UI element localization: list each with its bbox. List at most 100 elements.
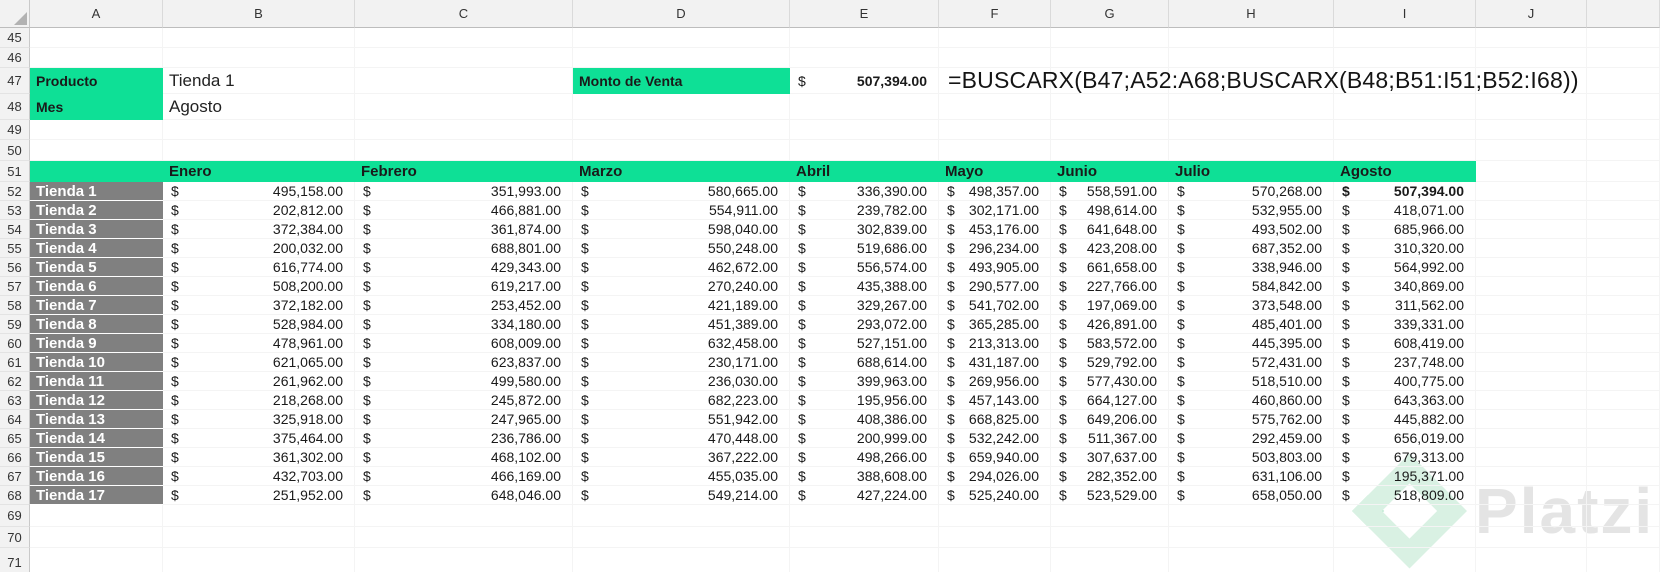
cell-I46[interactable]	[1334, 48, 1476, 68]
store-label-A62[interactable]: Tienda 11	[30, 372, 163, 391]
row-header-55[interactable]: 55	[0, 239, 30, 258]
cell-B46[interactable]	[163, 48, 355, 68]
select-all-corner[interactable]	[0, 0, 30, 28]
cell-D62[interactable]: $236,030.00	[573, 372, 790, 391]
cell-B69[interactable]	[163, 505, 355, 527]
column-header-G[interactable]: G	[1051, 0, 1169, 28]
cell-J53[interactable]	[1476, 201, 1587, 220]
cell-E69[interactable]	[790, 505, 939, 527]
cell-H69[interactable]	[1169, 505, 1334, 527]
cell-D64[interactable]: $551,942.00	[573, 410, 790, 429]
cell-J55[interactable]	[1476, 239, 1587, 258]
cell-G58[interactable]: $197,069.00	[1051, 296, 1169, 315]
cell-E71[interactable]	[790, 548, 939, 572]
cell-I57[interactable]: $340,869.00	[1334, 277, 1476, 296]
row-header-54[interactable]: 54	[0, 220, 30, 239]
cell-E66[interactable]: $498,266.00	[790, 448, 939, 467]
store-label-A64[interactable]: Tienda 13	[30, 410, 163, 429]
cell-I70[interactable]	[1334, 527, 1476, 548]
store-label-A58[interactable]: Tienda 7	[30, 296, 163, 315]
cell-H60[interactable]: $445,395.00	[1169, 334, 1334, 353]
cell-H65[interactable]: $292,459.00	[1169, 429, 1334, 448]
cell-C58[interactable]: $253,452.00	[355, 296, 573, 315]
cell-B68[interactable]: $251,952.00	[163, 486, 355, 505]
cell-C53[interactable]: $466,881.00	[355, 201, 573, 220]
cell-I69[interactable]	[1334, 505, 1476, 527]
row-header-70[interactable]: 70	[0, 527, 30, 548]
cell-E63[interactable]: $195,956.00	[790, 391, 939, 410]
cell-G68[interactable]: $523,529.00	[1051, 486, 1169, 505]
column-header-E[interactable]: E	[790, 0, 939, 28]
cell-B54[interactable]: $372,384.00	[163, 220, 355, 239]
cell-D69[interactable]	[573, 505, 790, 527]
cell-H59[interactable]: $485,401.00	[1169, 315, 1334, 334]
cell-J57[interactable]	[1476, 277, 1587, 296]
store-label-A54[interactable]: Tienda 3	[30, 220, 163, 239]
row-header-67[interactable]: 67	[0, 467, 30, 486]
cell-E60[interactable]: $527,151.00	[790, 334, 939, 353]
cell-G71[interactable]	[1051, 548, 1169, 572]
cell-I55[interactable]: $310,320.00	[1334, 239, 1476, 258]
column-header-C[interactable]: C	[355, 0, 573, 28]
cell-D55[interactable]: $550,248.00	[573, 239, 790, 258]
cell-G52[interactable]: $558,591.00	[1051, 182, 1169, 201]
cell-J61[interactable]	[1476, 353, 1587, 372]
store-label-A53[interactable]: Tienda 2	[30, 201, 163, 220]
cell-G48[interactable]	[1051, 94, 1169, 120]
cell-D47[interactable]: Monto de Venta	[573, 68, 790, 94]
cell-D71[interactable]	[573, 548, 790, 572]
cell-I61[interactable]: $237,748.00	[1334, 353, 1476, 372]
cell-C69[interactable]	[355, 505, 573, 527]
cell-B58[interactable]: $372,182.00	[163, 296, 355, 315]
cell-F56[interactable]: $493,905.00	[939, 258, 1051, 277]
row-header-60[interactable]: 60	[0, 334, 30, 353]
cell-J60[interactable]	[1476, 334, 1587, 353]
cell-C52[interactable]: $351,993.00	[355, 182, 573, 201]
cell-J62[interactable]	[1476, 372, 1587, 391]
cell-C65[interactable]: $236,786.00	[355, 429, 573, 448]
store-label-A60[interactable]: Tienda 9	[30, 334, 163, 353]
cell-F55[interactable]: $296,234.00	[939, 239, 1051, 258]
cell-E58[interactable]: $329,267.00	[790, 296, 939, 315]
cell-F57[interactable]: $290,577.00	[939, 277, 1051, 296]
store-label-A56[interactable]: Tienda 5	[30, 258, 163, 277]
cell-J63[interactable]	[1476, 391, 1587, 410]
month-header-D51[interactable]: Marzo	[573, 161, 790, 182]
cell-H46[interactable]	[1169, 48, 1334, 68]
cell-F50[interactable]	[939, 140, 1051, 161]
cell-B70[interactable]	[163, 527, 355, 548]
cell-B64[interactable]: $325,918.00	[163, 410, 355, 429]
row-header-63[interactable]: 63	[0, 391, 30, 410]
cell-I48[interactable]	[1334, 94, 1476, 120]
cell-E52[interactable]: $336,390.00	[790, 182, 939, 201]
cell-C56[interactable]: $429,343.00	[355, 258, 573, 277]
cell-B52[interactable]: $495,158.00	[163, 182, 355, 201]
cell-D65[interactable]: $470,448.00	[573, 429, 790, 448]
cell-A69[interactable]	[30, 505, 163, 527]
cell-B65[interactable]: $375,464.00	[163, 429, 355, 448]
cell-G69[interactable]	[1051, 505, 1169, 527]
store-label-A68[interactable]: Tienda 17	[30, 486, 163, 505]
cell-J69[interactable]	[1476, 505, 1587, 527]
cell-B53[interactable]: $202,812.00	[163, 201, 355, 220]
column-header-H[interactable]: H	[1169, 0, 1334, 28]
cell-G57[interactable]: $227,766.00	[1051, 277, 1169, 296]
formula-cell[interactable]: =BUSCARX(B47;A52:A68;BUSCARX(B48;B51:I51…	[948, 67, 1579, 94]
cell-J49[interactable]	[1476, 120, 1587, 140]
cell-E61[interactable]: $688,614.00	[790, 353, 939, 372]
cell-D70[interactable]	[573, 527, 790, 548]
cell-C47[interactable]	[355, 68, 573, 94]
store-label-A57[interactable]: Tienda 6	[30, 277, 163, 296]
cell-E46[interactable]	[790, 48, 939, 68]
cell-G65[interactable]: $511,367.00	[1051, 429, 1169, 448]
cell-E68[interactable]: $427,224.00	[790, 486, 939, 505]
cell-B63[interactable]: $218,268.00	[163, 391, 355, 410]
cell-I67[interactable]: $195,371.00	[1334, 467, 1476, 486]
cell-C55[interactable]: $688,801.00	[355, 239, 573, 258]
cell-C62[interactable]: $499,580.00	[355, 372, 573, 391]
row-header-62[interactable]: 62	[0, 372, 30, 391]
cell-D68[interactable]: $549,214.00	[573, 486, 790, 505]
row-header-56[interactable]: 56	[0, 258, 30, 277]
cell-G55[interactable]: $423,208.00	[1051, 239, 1169, 258]
row-header-66[interactable]: 66	[0, 448, 30, 467]
